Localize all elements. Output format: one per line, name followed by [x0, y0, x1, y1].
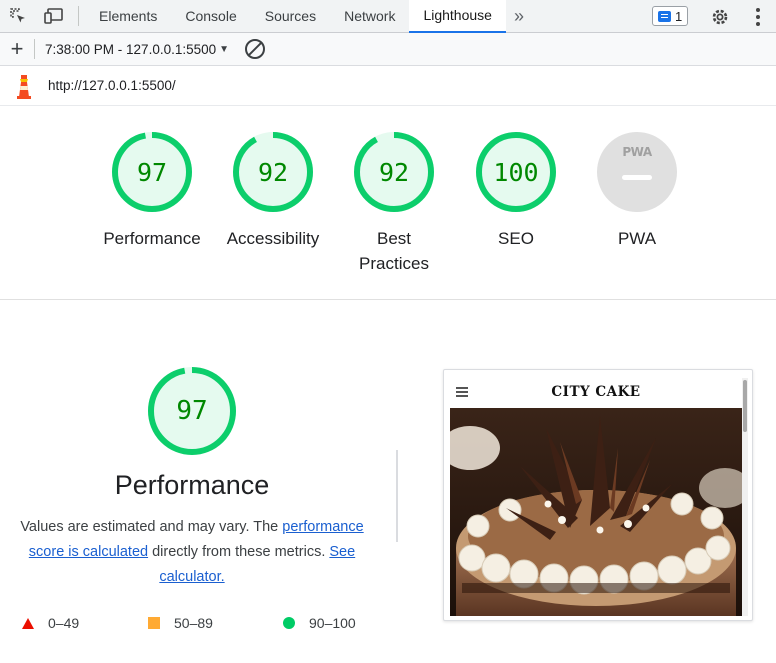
gauge-pwa[interactable]: PWA PWA	[577, 130, 697, 251]
site-header: CITY CAKE	[450, 376, 742, 408]
gauge-circle: 97	[110, 130, 194, 214]
legend-range: 0–49	[48, 615, 80, 631]
tab-sources[interactable]: Sources	[251, 0, 330, 33]
report-url[interactable]: http://127.0.0.1:5500/	[48, 78, 176, 93]
gauge-performance[interactable]: 97 Performance	[92, 130, 212, 251]
tab-elements[interactable]: Elements	[85, 0, 171, 33]
gauge-label: SEO	[498, 229, 534, 248]
pwa-badge-icon	[597, 132, 677, 212]
gauge-score: 97	[136, 157, 168, 187]
performance-score: 97	[176, 396, 208, 426]
gauge-best-practices[interactable]: 92 Best Practices	[334, 130, 454, 276]
pwa-badge-text: PWA	[622, 145, 652, 159]
more-tabs-chevron-icon[interactable]: »	[506, 0, 532, 33]
performance-gauge: 97	[146, 365, 238, 457]
lighthouse-logo-icon	[0, 66, 48, 106]
tab-lighthouse[interactable]: Lighthouse	[409, 0, 506, 33]
pass-circle-icon	[283, 617, 295, 629]
gauge-accessibility[interactable]: 92 Accessibility	[213, 130, 333, 251]
gauge-score: 92	[257, 157, 289, 187]
average-square-icon	[148, 617, 160, 629]
category-gauges: 97 Performance 92 Accessibility 92 Best …	[0, 106, 776, 300]
legend-range: 90–100	[309, 615, 356, 631]
devtools-tab-bar: Elements Console Sources Network Lightho…	[0, 0, 776, 33]
issues-counter-button[interactable]: 1	[652, 6, 689, 26]
tab-console[interactable]: Console	[171, 0, 250, 33]
site-brand: CITY CAKE	[551, 384, 641, 400]
thumbnail-scrollbar[interactable]	[742, 378, 748, 616]
gauge-circle: 100	[474, 130, 558, 214]
gauge-label: Accessibility	[226, 229, 320, 248]
lighthouse-toolbar: + 7:38:00 PM - 127.0.0.1:5500 ▼	[0, 33, 776, 66]
dropdown-caret-icon: ▼	[219, 43, 230, 55]
more-options-icon[interactable]	[748, 5, 768, 29]
gauge-seo[interactable]: 100 SEO	[456, 130, 576, 251]
performance-title: Performance	[114, 470, 270, 500]
gauge-score: 100	[493, 157, 539, 187]
new-report-button[interactable]: +	[0, 33, 34, 66]
legend-range: 50–89	[174, 615, 213, 631]
description-text: directly from these metrics.	[148, 544, 330, 560]
toolbar-divider	[78, 6, 79, 26]
inspect-element-icon[interactable]	[0, 0, 36, 33]
legend-average: 50–89	[148, 612, 213, 634]
gauge-label: Performance	[103, 229, 201, 248]
page-screenshot-thumbnail[interactable]: CITY CAKE	[443, 369, 753, 621]
report-selector-label: 7:38:00 PM - 127.0.0.1:5500	[45, 41, 217, 57]
gauge-score: 92	[378, 157, 410, 187]
legend-fail: 0–49	[22, 612, 79, 634]
message-icon	[658, 10, 671, 22]
gauge-label: Best Practices	[359, 229, 429, 273]
tab-network[interactable]: Network	[330, 0, 409, 33]
report-selector[interactable]: 7:38:00 PM - 127.0.0.1:5500 ▼	[35, 42, 229, 57]
settings-gear-icon[interactable]	[708, 5, 732, 29]
cake-photo	[450, 408, 742, 616]
issues-count: 1	[675, 8, 683, 24]
pwa-badge: PWA	[595, 130, 679, 214]
fail-triangle-icon	[22, 617, 34, 629]
section-divider	[396, 450, 398, 542]
gauge-circle: 92	[231, 130, 315, 214]
legend-pass: 90–100	[283, 612, 356, 634]
gauge-label: PWA	[617, 229, 657, 248]
description-text: Values are estimated and may vary. The	[20, 519, 283, 535]
performance-description: Values are estimated and may vary. The p…	[10, 515, 374, 590]
device-toolbar-icon[interactable]	[36, 0, 72, 33]
clear-reports-icon[interactable]	[245, 39, 266, 59]
gauge-circle: 92	[352, 130, 436, 214]
report-url-bar: http://127.0.0.1:5500/	[0, 66, 776, 106]
